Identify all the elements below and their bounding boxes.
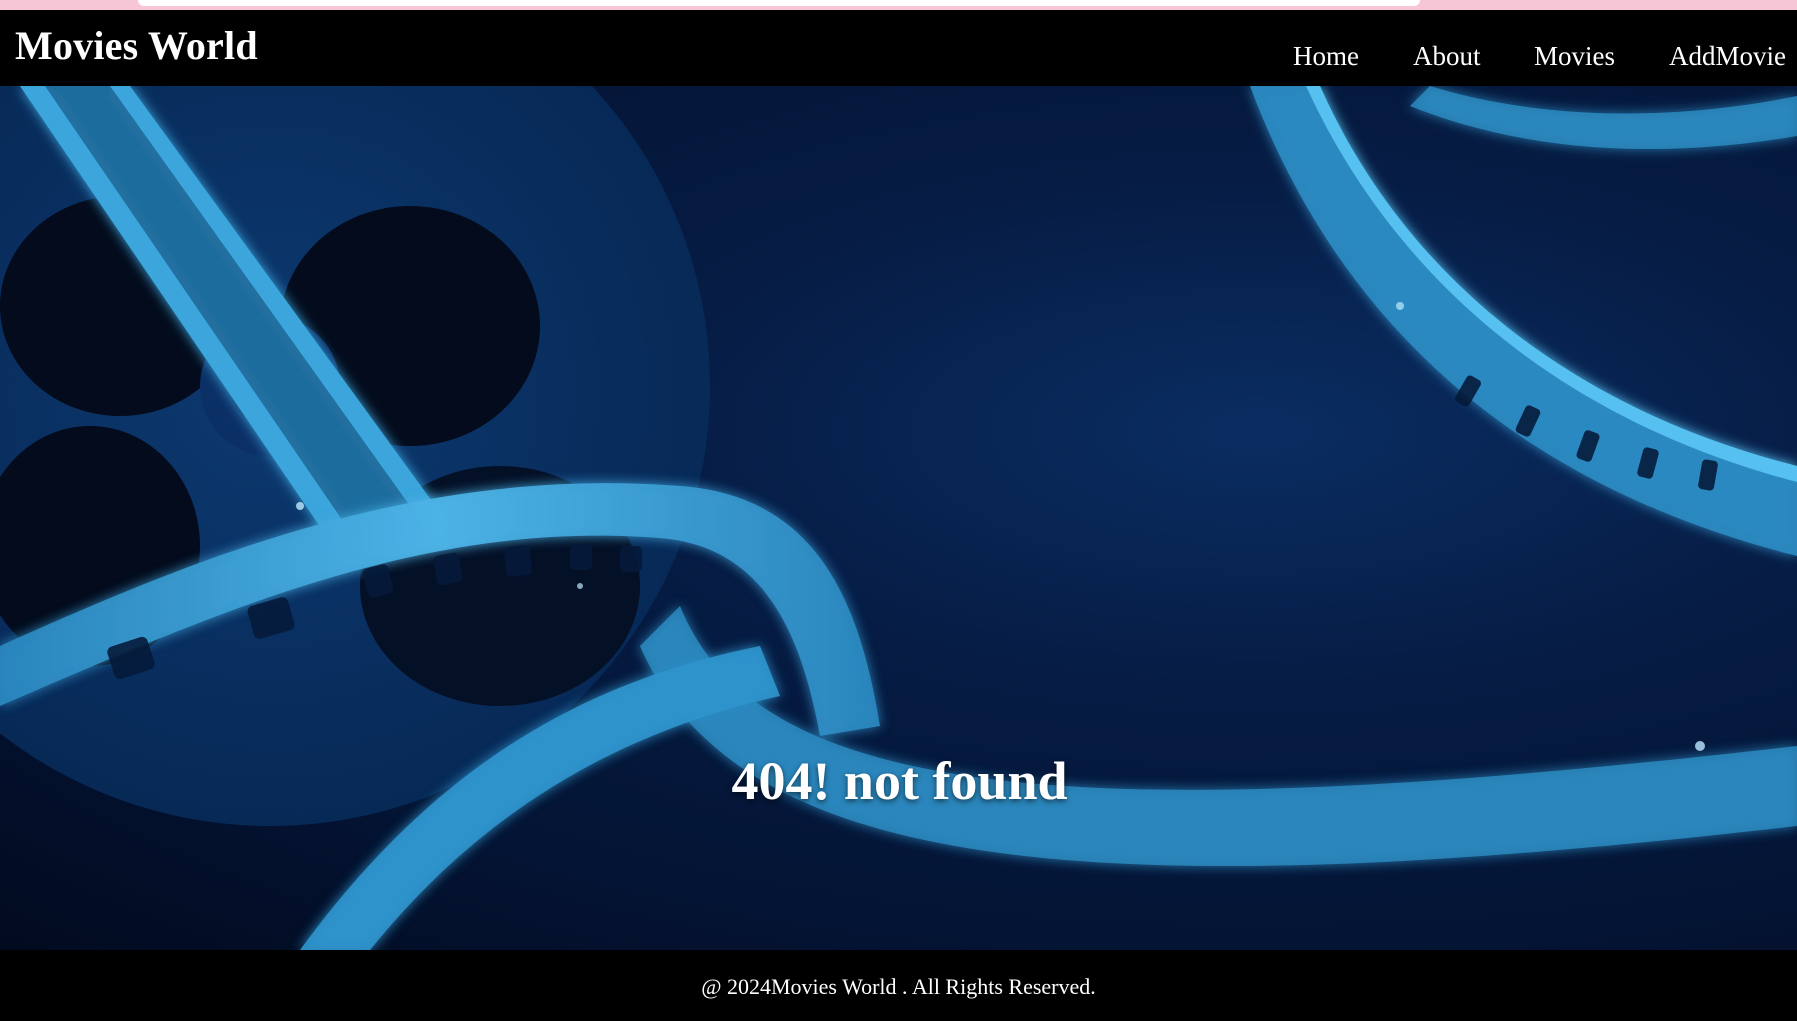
film-strip-top-right [1250,86,1797,556]
error-message: 404! not found [731,751,1068,811]
nav-links: Home About Movies AddMovie [0,43,1797,83]
nav-link-movies[interactable]: Movies [1534,43,1615,70]
footer-copyright: @ 2024Movies World . All Rights Reserved… [701,974,1096,999]
browser-top-strip [0,0,1797,10]
nav-link-addmovie[interactable]: AddMovie [1669,43,1786,70]
film-reel-background-icon [0,86,1797,950]
footer: @ 2024Movies World . All Rights Reserved… [0,950,1797,1021]
browser-tab-edge [138,0,1420,6]
nav-link-about[interactable]: About [1413,43,1481,70]
hero-section: 404! not found [0,86,1797,950]
nav-link-home[interactable]: Home [1293,43,1359,70]
navbar: Movies World Home About Movies AddMovie [0,10,1797,86]
